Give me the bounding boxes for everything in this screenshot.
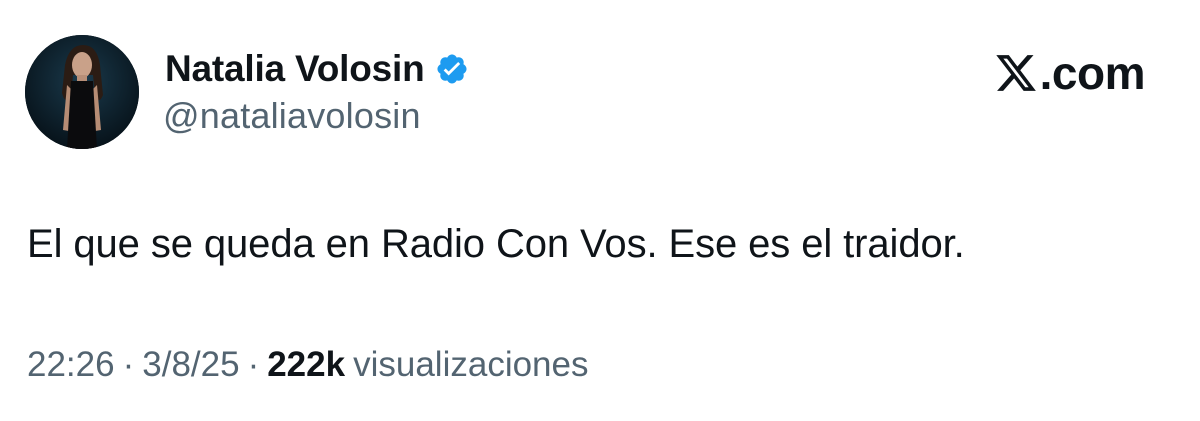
avatar-image [25,35,139,149]
author-handle[interactable]: @nataliavolosin [163,95,421,137]
brand-logo: .com [994,47,1146,99]
views-count: 222k [267,345,346,384]
brand-domain-text: .com [1039,47,1146,99]
post-metadata: 22:26 · 3/8/25 · 222k visualizaciones [27,345,589,385]
post-text: El que se queda en Radio Con Vos. Ese es… [27,222,965,266]
author-name-row: Natalia Volosin [165,47,469,91]
views-label: visualizaciones [353,345,589,384]
separator: · [122,345,135,384]
post-time[interactable]: 22:26 [27,345,115,384]
avatar[interactable] [25,35,139,149]
separator: · [247,345,260,384]
verified-badge-icon [435,52,469,86]
author-display-name[interactable]: Natalia Volosin [165,48,425,90]
post-date[interactable]: 3/8/25 [142,345,239,384]
post-card: Natalia Volosin @nataliavolosin .com El … [0,0,1200,421]
x-logo-icon [994,51,1038,95]
